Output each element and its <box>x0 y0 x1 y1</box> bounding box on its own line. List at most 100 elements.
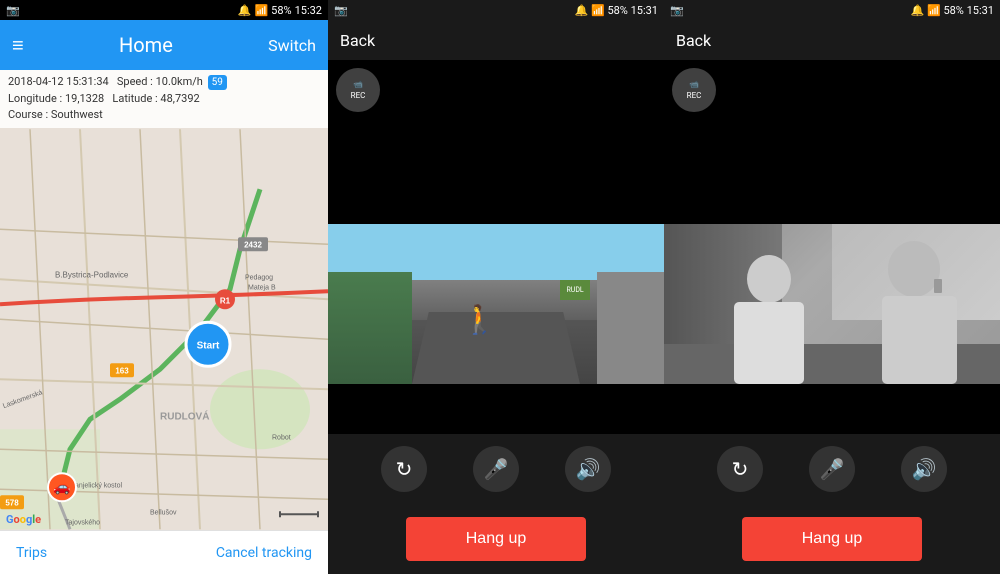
interior-scene <box>664 224 1000 384</box>
front-camera-panel: 📷 🔔 📶 58% 15:31 Back 📹 REC RUDL 🚶 <box>328 0 664 574</box>
latitude-label: Latitude : <box>112 92 157 105</box>
cam2-rec-button[interactable]: 📹 REC <box>672 68 716 112</box>
svg-text:163: 163 <box>115 366 129 375</box>
cam2-status-icons: 🔔 📶 58% 15:31 <box>911 4 994 17</box>
cam2-wifi-icon: 📶 <box>927 4 941 17</box>
svg-text:B.Bystrica-Podlavice: B.Bystrica-Podlavice <box>55 270 129 279</box>
road-sign: RUDL <box>560 280 590 300</box>
wall-element <box>597 272 664 384</box>
svg-text:RUDLOVÁ: RUDLOVÁ <box>160 409 209 422</box>
trees-element <box>328 272 412 384</box>
alarm-icon: 🔔 <box>238 4 252 17</box>
svg-text:Robot: Robot <box>272 434 291 441</box>
cam2-camera-icon: 📷 <box>670 4 684 17</box>
cam1-top-bar: Back <box>328 20 664 60</box>
cam1-mute-icon: 🎤 <box>484 457 509 481</box>
cam1-volume-icon: 🔊 <box>576 457 601 481</box>
cam1-hangup-area: Hang up <box>328 504 664 574</box>
svg-text:578: 578 <box>5 498 19 507</box>
speed-label: Speed : <box>117 75 153 88</box>
cam2-lower-area <box>664 384 1000 434</box>
cam2-mute-button[interactable]: 🎤 <box>809 446 855 492</box>
time-display: 15:32 <box>295 4 322 17</box>
cam1-controls: ↻ 🎤 🔊 <box>328 434 664 504</box>
cam2-upper-area: 📹 REC <box>664 60 1000 224</box>
map-panel: 📷 🔔 📶 58% 15:32 ≡ Home Switch 2018-04-12… <box>0 0 328 574</box>
cam1-volume-button[interactable]: 🔊 <box>565 446 611 492</box>
menu-icon[interactable]: ≡ <box>12 33 24 58</box>
map-background: Banská Bystrica RUDLOVÁ B.Bystrica-Podla… <box>0 128 328 531</box>
cam1-status-bar: 📷 🔔 📶 58% 15:31 <box>328 0 664 20</box>
cam2-top-bar: Back <box>664 20 1000 60</box>
cam1-lower-area <box>328 384 664 434</box>
cam1-video-area: RUDL 🚶 <box>328 224 664 384</box>
map-area[interactable]: Banská Bystrica RUDLOVÁ B.Bystrica-Podla… <box>0 128 328 531</box>
map-bottom-bar: Trips Cancel tracking <box>0 530 328 574</box>
trips-button[interactable]: Trips <box>16 545 47 561</box>
cam2-time-display: 15:31 <box>967 4 994 17</box>
cam1-back-button[interactable]: Back <box>340 31 375 50</box>
map-top-bar: ≡ Home Switch <box>0 20 328 70</box>
svg-text:Tajovského: Tajovského <box>65 519 100 526</box>
map-status-icons: 🔔 📶 58% 15:32 <box>238 4 322 17</box>
cam2-battery-icon: 58% <box>943 4 963 17</box>
person-figure: 🚶 <box>462 303 497 336</box>
app-title: Home <box>119 33 173 57</box>
cancel-tracking-button[interactable]: Cancel tracking <box>216 545 312 561</box>
cam2-rotate-icon: ↻ <box>732 457 749 481</box>
cam1-video-icon: 📹 <box>353 80 363 89</box>
wifi-icon: 📶 <box>254 4 268 17</box>
cam2-controls: ↻ 🎤 🔊 <box>664 434 1000 504</box>
cam1-status-icons: 🔔 📶 58% 15:31 <box>575 4 658 17</box>
cam1-mute-button[interactable]: 🎤 <box>473 446 519 492</box>
svg-text:Mateja B: Mateja B <box>248 284 276 291</box>
info-bar: 2018-04-12 15:31:34 Speed : 10.0km/h 59 … <box>0 70 328 128</box>
front-road-scene: RUDL 🚶 <box>328 224 664 384</box>
cam1-upper-area: 📹 REC <box>328 60 664 224</box>
longitude-label: Longitude : <box>8 92 62 105</box>
cam2-rec-label: REC <box>687 91 702 100</box>
course-label: Course : <box>8 108 48 121</box>
svg-text:2432: 2432 <box>244 240 262 249</box>
cam2-mute-icon: 🎤 <box>820 457 845 481</box>
svg-text:🚗: 🚗 <box>53 479 70 495</box>
cam1-camera-icon: 📷 <box>334 4 348 17</box>
cam1-alarm-icon: 🔔 <box>575 4 589 17</box>
speed-tag: 59 <box>208 75 227 90</box>
longitude-value: 19,1328 <box>65 92 104 105</box>
map-status-bar: 📷 🔔 📶 58% 15:32 <box>0 0 328 20</box>
svg-text:R1: R1 <box>220 296 231 305</box>
cam2-alarm-icon: 🔔 <box>911 4 925 17</box>
cam2-video-icon: 📹 <box>689 80 699 89</box>
cam2-volume-icon: 🔊 <box>912 457 937 481</box>
cam2-back-button[interactable]: Back <box>676 31 711 50</box>
google-logo: Google <box>6 513 41 526</box>
cam1-battery-icon: 58% <box>607 4 627 17</box>
svg-text:anjelický kostol: anjelický kostol <box>75 482 123 489</box>
cam2-video-area <box>664 224 1000 384</box>
cam1-rotate-button[interactable]: ↻ <box>381 446 427 492</box>
svg-text:Bellušov: Bellušov <box>150 509 177 516</box>
svg-text:Pedagog: Pedagog <box>245 274 273 281</box>
switch-button[interactable]: Switch <box>268 36 316 55</box>
latitude-value: 48,7392 <box>160 92 199 105</box>
cam2-hangup-button[interactable]: Hang up <box>742 517 922 561</box>
speed-value: 10.0km/h <box>156 75 203 88</box>
interior-camera-panel: 📷 🔔 📶 58% 15:31 Back 📹 REC <box>664 0 1000 574</box>
cam1-rec-label: REC <box>351 91 366 100</box>
map-svg: Banská Bystrica RUDLOVÁ B.Bystrica-Podla… <box>0 128 328 531</box>
datetime-label: 2018-04-12 15:31:34 <box>8 75 109 88</box>
cam1-hangup-button[interactable]: Hang up <box>406 517 586 561</box>
map-camera-icon: 📷 <box>6 4 20 17</box>
cam1-rec-button[interactable]: 📹 REC <box>336 68 380 112</box>
cam2-rotate-button[interactable]: ↻ <box>717 446 763 492</box>
cam2-hangup-area: Hang up <box>664 504 1000 574</box>
battery-icon: 58% <box>271 4 291 17</box>
cam1-time-display: 15:31 <box>631 4 658 17</box>
cam1-wifi-icon: 📶 <box>591 4 605 17</box>
course-value: Southwest <box>51 108 103 121</box>
cam1-rotate-icon: ↻ <box>396 457 413 481</box>
svg-text:Start: Start <box>197 340 220 351</box>
cam2-volume-button[interactable]: 🔊 <box>901 446 947 492</box>
cam2-status-bar: 📷 🔔 📶 58% 15:31 <box>664 0 1000 20</box>
